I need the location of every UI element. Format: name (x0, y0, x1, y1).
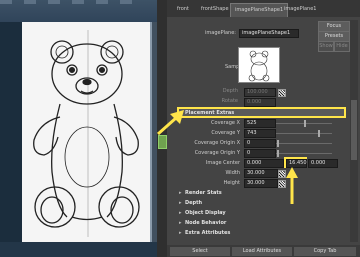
depth-label: Depth (222, 88, 238, 94)
attribute-scroll-thumb[interactable] (351, 100, 357, 160)
image-plane-bear-drawing[interactable] (22, 22, 152, 242)
select-button[interactable]: Select (170, 247, 230, 256)
section-depth[interactable]: ▸ Depth (179, 199, 349, 207)
node-name-field[interactable]: imagePlaneShape1 (239, 29, 299, 38)
rotate-field[interactable]: 0.000 (244, 98, 276, 107)
coverage-origin-y-knob[interactable] (277, 150, 279, 157)
coverage-origin-y-label: Coverage Origin Y (194, 150, 240, 156)
depth-field[interactable]: 100.000 (244, 88, 276, 97)
depth-map-icon[interactable] (278, 89, 286, 97)
tab-bar: front frontShape imagePlaneShape1 imageP… (167, 0, 360, 17)
height-field[interactable]: 30.000 (244, 179, 278, 188)
height-label: Height (223, 180, 240, 186)
tab-front[interactable]: front (173, 3, 193, 16)
pointer-arrow-icon (157, 110, 184, 136)
coverage-y-label: Coverage Y (211, 130, 240, 136)
coverage-origin-y-field[interactable]: 0 (244, 149, 276, 158)
coverage-origin-y-slider[interactable] (276, 153, 332, 154)
copy-tab-button[interactable]: Copy Tab (294, 247, 356, 256)
show-button[interactable]: Show (318, 41, 334, 52)
coverage-y-slider[interactable] (276, 133, 332, 134)
sample-thumbnail (238, 47, 280, 83)
section-node-behavior[interactable]: ▸ Node Behavior (179, 219, 349, 227)
pointer-up-arrow-icon (286, 167, 298, 204)
coverage-y-field[interactable]: 743 (244, 129, 276, 138)
coverage-origin-x-field[interactable]: 0 (244, 139, 276, 148)
coverage-origin-x-slider[interactable] (276, 143, 332, 144)
placement-extras-title: Placement Extras (185, 110, 235, 116)
section-render-stats[interactable]: ▸ Render Stats (179, 189, 349, 197)
image-center-x-field[interactable]: 0.000 (244, 159, 284, 168)
node-type-label: imagePlane: (205, 30, 236, 36)
coverage-origin-x-knob[interactable] (277, 140, 279, 147)
width-field[interactable]: 30.000 (244, 169, 278, 178)
coverage-y-knob[interactable] (318, 130, 320, 137)
tab-frontshape[interactable]: frontShape (197, 3, 233, 16)
tab-imageplane1[interactable]: imagePlane1 (280, 3, 320, 16)
rotate-label: Rotate (221, 98, 238, 104)
image-center-label: Image Center (205, 160, 240, 166)
coverage-x-label: Coverage X (211, 120, 240, 126)
viewport-header-strip (0, 0, 165, 22)
placement-extras-header[interactable]: ▾Placement Extras (179, 109, 349, 117)
section-extra-attributes[interactable]: ▸ Extra Attributes (179, 229, 349, 237)
load-attributes-button[interactable]: Load Attributes (232, 247, 292, 256)
coverage-origin-x-label: Coverage Origin X (194, 140, 240, 146)
viewport-footer-strip (0, 242, 165, 257)
image-center-z-field[interactable]: 0.000 (308, 159, 338, 168)
coverage-x-knob[interactable] (304, 120, 306, 127)
coverage-x-field[interactable]: 525 (244, 119, 276, 128)
hide-button[interactable]: Hide (334, 41, 350, 52)
width-label: Width (225, 170, 240, 176)
section-object-display[interactable]: ▸ Object Display (179, 209, 349, 217)
